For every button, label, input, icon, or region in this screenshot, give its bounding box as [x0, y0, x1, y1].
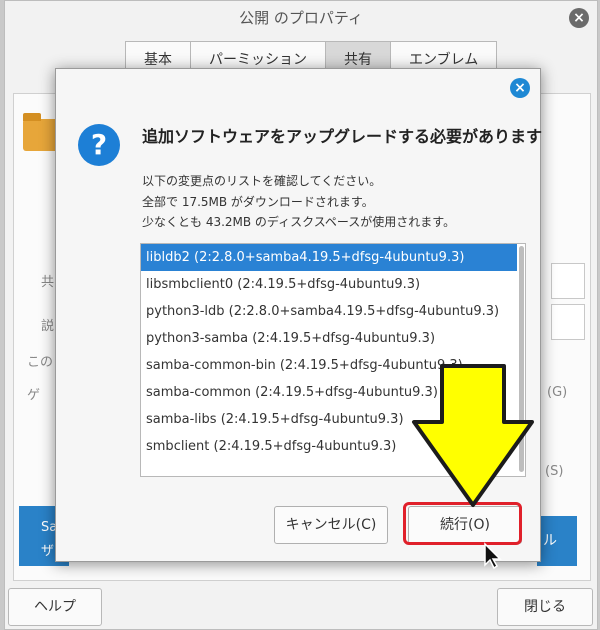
- dialog-message-line: 全部で 17.5MB がダウンロードされます。: [142, 195, 374, 209]
- cancel-button[interactable]: キャンセル(C): [274, 506, 388, 544]
- help-button[interactable]: ヘルプ: [8, 588, 102, 626]
- tab-emblems[interactable]: エンブレム: [390, 41, 498, 70]
- list-item[interactable]: libsmbclient0 (2:4.19.5+dfsg-4ubuntu9.3): [141, 271, 525, 298]
- arrow-down-icon: [412, 364, 534, 507]
- comment-label: 説: [41, 319, 55, 334]
- tab-permissions[interactable]: パーミッション: [190, 41, 326, 70]
- share-name-label: 共: [41, 275, 55, 290]
- dialog-message-line: 少なくとも 43.2MB のディスクスペースが使用されます。: [142, 215, 456, 229]
- tab-sharing[interactable]: 共有: [325, 41, 391, 70]
- list-item[interactable]: libldb2 (2:2.8.0+samba4.19.5+dfsg-4ubunt…: [141, 244, 525, 271]
- close-button[interactable]: 閉じる: [497, 588, 593, 626]
- list-item[interactable]: python3-ldb (2:2.8.0+samba4.19.5+dfsg-4u…: [141, 298, 525, 325]
- dialog-heading: 追加ソフトウェアをアップグレードする必要があります: [142, 127, 543, 146]
- tab-basic[interactable]: 基本: [125, 41, 191, 70]
- apply-shortcut-label: (S): [545, 464, 564, 479]
- guest-access-checkbox-label: ゲ: [27, 388, 41, 403]
- window-close-icon[interactable]: ×: [569, 8, 589, 28]
- mouse-pointer-icon: [484, 542, 502, 570]
- properties-tabs: 基本 パーミッション 共有 エンブレム: [125, 41, 498, 71]
- share-folder-checkbox-label: この: [27, 355, 54, 370]
- dialog-close-icon[interactable]: ×: [510, 78, 530, 98]
- list-item[interactable]: python3-samba (2:4.19.5+dfsg-4ubuntu9.3): [141, 325, 525, 352]
- install-service-button[interactable]: ル: [537, 516, 577, 566]
- dialog-message-line: 以下の変更点のリストを確認してください。: [142, 174, 382, 188]
- share-comment-field[interactable]: [551, 304, 585, 340]
- question-icon: ?: [78, 124, 120, 166]
- info-banner-text-2: ザ: [41, 544, 55, 559]
- window-title: 公開 のプロパティ: [239, 9, 363, 27]
- guest-shortcut-label: (G): [547, 385, 568, 400]
- share-name-field[interactable]: [551, 263, 585, 299]
